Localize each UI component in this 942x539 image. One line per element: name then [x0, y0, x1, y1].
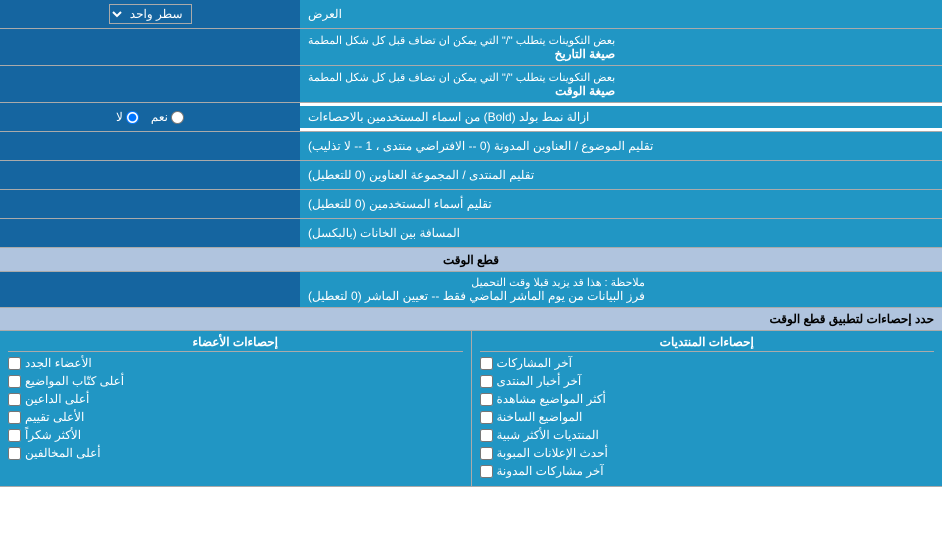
list-item: أكثر المواضيع مشاهدة — [480, 392, 935, 406]
checkbox-col1-2[interactable] — [480, 375, 493, 388]
usernames-trim-input[interactable]: 0 — [0, 197, 300, 211]
checkbox-col2-4[interactable] — [8, 411, 21, 424]
columns-gap-row: المسافة بين الخانات (بالبكسل) 2 — [0, 219, 942, 248]
forum-trim-label: تقليم المنتدى / المجموعة العناوين (0 للت… — [300, 161, 942, 189]
cutoff-label: ملاحظة : هذا قد يزيد قبلا وقت التحميل فر… — [300, 272, 942, 307]
cutoff-row: ملاحظة : هذا قد يزيد قبلا وقت التحميل فر… — [0, 272, 942, 308]
bold-remove-row: ازالة نمط بولد (Bold) من اسماء المستخدمي… — [0, 103, 942, 132]
list-item: أعلى الداعين — [8, 392, 463, 406]
display-label: العرض — [300, 0, 942, 28]
forum-trim-input[interactable]: 33 — [0, 168, 300, 182]
col1-title: إحصاءات المنتديات — [480, 335, 935, 352]
list-item: آخر أخبار المنتدى — [480, 374, 935, 388]
cutoff-input[interactable]: 0 — [0, 283, 300, 297]
list-item: الأعضاء الجدد — [8, 356, 463, 370]
date-format-input-wrap: d-m — [0, 29, 300, 65]
usernames-trim-input-wrap: 0 — [0, 190, 300, 218]
list-item: أعلى كتّاب المواضيع — [8, 374, 463, 388]
checkbox-col1-1[interactable] — [480, 357, 493, 370]
forum-trim-row: تقليم المنتدى / المجموعة العناوين (0 للت… — [0, 161, 942, 190]
list-item: أحدث الإعلانات المبوبة — [480, 446, 935, 460]
col1: إحصاءات المنتديات آخر المشاركات آخر أخبا… — [471, 331, 942, 486]
date-format-input[interactable]: d-m — [0, 40, 300, 54]
list-item: آخر مشاركات المدونة — [480, 464, 935, 478]
bold-yes-radio[interactable] — [171, 111, 184, 124]
cutoff-header: قطع الوقت — [0, 248, 942, 272]
display-select-wrap: سطر واحد — [0, 0, 300, 28]
checkbox-col1-3[interactable] — [480, 393, 493, 406]
time-format-input[interactable]: H:i — [0, 77, 300, 91]
list-item: المنتديات الأكثر شبية — [480, 428, 935, 442]
bold-yes-label[interactable]: نعم — [151, 110, 184, 124]
topics-limit-label: تقليم الموضوع / العناوين المدونة (0 -- ا… — [300, 132, 942, 160]
list-item: الأكثر شكراً — [8, 428, 463, 442]
stats-section: حدد إحصاءات لتطبيق قطع الوقت إحصاءات الم… — [0, 308, 942, 487]
checkbox-col2-2[interactable] — [8, 375, 21, 388]
list-item: الأعلى تقييم — [8, 410, 463, 424]
checkbox-col1-5[interactable] — [480, 429, 493, 442]
usernames-trim-label: تقليم أسماء المستخدمين (0 للتعطيل) — [300, 190, 942, 218]
checkbox-col2-1[interactable] — [8, 357, 21, 370]
main-container: العرض سطر واحد بعض التكوينات يتطلب "/" ا… — [0, 0, 942, 487]
bold-remove-label: ازالة نمط بولد (Bold) من اسماء المستخدمي… — [300, 106, 942, 128]
time-format-row: بعض التكوينات يتطلب "/" التي يمكن ان تضا… — [0, 66, 942, 103]
date-format-row: بعض التكوينات يتطلب "/" التي يمكن ان تضا… — [0, 29, 942, 66]
col2-title: إحصاءات الأعضاء — [8, 335, 463, 352]
topics-limit-input-wrap: 33 — [0, 132, 300, 160]
display-row: العرض سطر واحد — [0, 0, 942, 29]
display-select[interactable]: سطر واحد — [109, 4, 192, 24]
checkbox-col2-5[interactable] — [8, 429, 21, 442]
bold-no-label[interactable]: لا — [116, 110, 139, 124]
columns-gap-label: المسافة بين الخانات (بالبكسل) — [300, 219, 942, 247]
checkboxes-grid: إحصاءات المنتديات آخر المشاركات آخر أخبا… — [0, 331, 942, 486]
checkbox-col1-4[interactable] — [480, 411, 493, 424]
date-format-label: بعض التكوينات يتطلب "/" التي يمكن ان تضا… — [300, 29, 942, 65]
list-item: آخر المشاركات — [480, 356, 935, 370]
time-format-label: بعض التكوينات يتطلب "/" التي يمكن ان تضا… — [300, 66, 942, 102]
columns-gap-input[interactable]: 2 — [0, 226, 300, 240]
topics-limit-input[interactable]: 33 — [0, 139, 300, 153]
time-format-input-wrap: H:i — [0, 66, 300, 102]
list-item: أعلى المخالفين — [8, 446, 463, 460]
list-item: المواضيع الساخنة — [480, 410, 935, 424]
checkbox-col1-7[interactable] — [480, 465, 493, 478]
cutoff-input-wrap: 0 — [0, 272, 300, 307]
stats-section-header: حدد إحصاءات لتطبيق قطع الوقت — [0, 308, 942, 331]
checkbox-col2-6[interactable] — [8, 447, 21, 460]
columns-gap-input-wrap: 2 — [0, 219, 300, 247]
forum-trim-input-wrap: 33 — [0, 161, 300, 189]
checkbox-col2-3[interactable] — [8, 393, 21, 406]
bold-remove-options: نعم لا — [0, 103, 300, 131]
checkbox-col1-6[interactable] — [480, 447, 493, 460]
usernames-trim-row: تقليم أسماء المستخدمين (0 للتعطيل) 0 — [0, 190, 942, 219]
topics-limit-row: تقليم الموضوع / العناوين المدونة (0 -- ا… — [0, 132, 942, 161]
bold-no-radio[interactable] — [126, 111, 139, 124]
col2: إحصاءات الأعضاء الأعضاء الجدد أعلى كتّاب… — [0, 331, 471, 486]
